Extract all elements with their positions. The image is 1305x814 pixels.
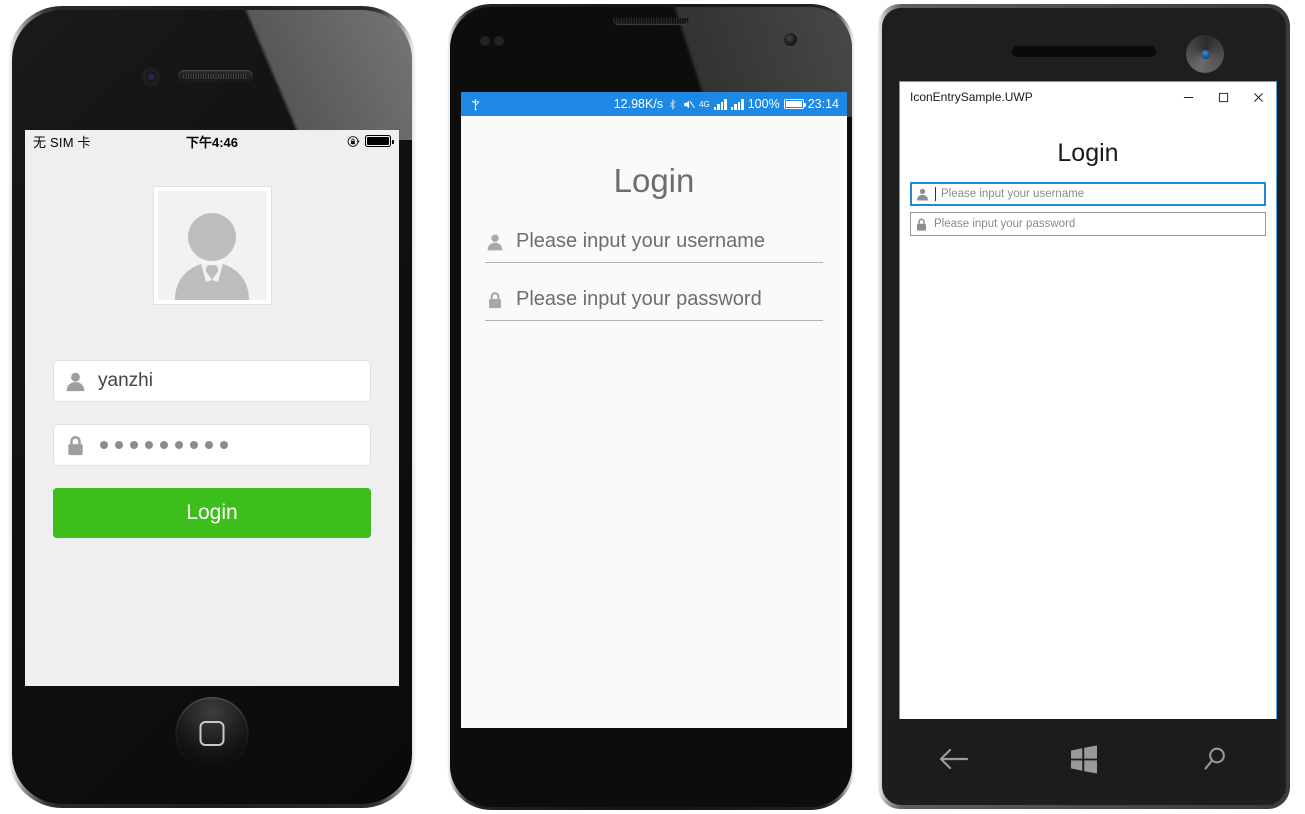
nav-search-button[interactable] <box>1180 734 1250 784</box>
user-avatar-icon <box>175 213 249 300</box>
uwp-page-title: Login <box>1057 139 1119 167</box>
ios-login-form: yanzhi Login <box>25 187 399 538</box>
front-camera-icon <box>145 71 157 83</box>
lock-icon <box>489 291 501 308</box>
status-right-group <box>347 135 394 148</box>
uwp-title-bar: IconEntrySample.UWP <box>900 82 1276 112</box>
uwp-username-field[interactable]: Please input your username <box>910 182 1266 206</box>
proximity-sensors <box>480 36 510 46</box>
ios-status-bar: 无 SIM 卡 下午4:46 <box>25 130 399 152</box>
battery-icon <box>783 99 806 109</box>
ios-username-value: yanzhi <box>98 370 153 391</box>
nav-back-button[interactable] <box>918 734 988 784</box>
maximize-button[interactable] <box>1206 82 1241 112</box>
uwp-login-form: Login Please input your username Please … <box>900 112 1276 727</box>
windows-phone-nav-bar <box>888 719 1280 799</box>
mute-icon <box>684 100 695 108</box>
front-camera-icon <box>1186 35 1224 73</box>
windows-phone-device: IconEntrySample.UWP Login Please input y… <box>878 4 1290 809</box>
uwp-password-placeholder: Please input your password <box>934 218 1076 230</box>
home-button[interactable] <box>175 697 249 770</box>
close-icon <box>1254 92 1263 102</box>
home-square-icon <box>199 721 225 746</box>
android-screen: 12.98K/s 4G 100% 23:14 Login Please inpu… <box>461 92 847 728</box>
front-camera-icon <box>784 33 797 46</box>
android-login-form: Login Please input your username Please … <box>461 162 847 321</box>
clock-label: 23:14 <box>807 97 839 111</box>
ios-username-field[interactable]: yanzhi <box>53 360 371 402</box>
android-status-right: 12.98K/s 4G 100% 23:14 <box>614 97 839 111</box>
minimize-icon <box>1183 96 1194 98</box>
earpiece-speaker <box>613 18 689 25</box>
usb-icon <box>472 98 479 110</box>
battery-percent-label: 100% <box>747 97 780 111</box>
clock-label: 下午4:46 <box>185 134 239 150</box>
back-arrow-icon <box>940 748 969 770</box>
earpiece-speaker <box>1012 46 1156 57</box>
maximize-icon <box>1218 92 1229 102</box>
ios-password-field[interactable] <box>53 424 371 466</box>
android-status-bar: 12.98K/s 4G 100% 23:14 <box>461 92 847 116</box>
android-password-placeholder: Please input your password <box>516 288 762 310</box>
person-icon <box>66 372 85 391</box>
window-controls <box>1171 82 1276 112</box>
network-type-label: 4G <box>699 99 710 109</box>
person-icon <box>487 234 503 250</box>
lock-icon <box>917 218 926 231</box>
ios-password-dots <box>98 441 228 449</box>
windows-logo-icon <box>1070 744 1097 774</box>
text-caret <box>935 187 936 201</box>
person-icon <box>917 188 928 200</box>
network-speed-label: 12.98K/s <box>613 97 664 111</box>
avatar-container <box>53 187 371 304</box>
windows-phone-body: IconEntrySample.UWP Login Please input y… <box>882 8 1286 805</box>
minimize-button[interactable] <box>1171 82 1206 112</box>
android-device: 12.98K/s 4G 100% 23:14 Login Please inpu… <box>447 4 855 810</box>
search-icon <box>1204 747 1225 770</box>
iphone-device: 无 SIM 卡 下午4:46 yanzhi Login <box>8 6 416 808</box>
rotation-lock-icon <box>347 135 360 147</box>
close-button[interactable] <box>1241 82 1276 112</box>
lock-icon <box>68 435 83 455</box>
android-username-field[interactable]: Please input your username <box>485 230 823 263</box>
uwp-window-title: IconEntrySample.UWP <box>910 90 1033 104</box>
battery-icon <box>365 135 394 147</box>
uwp-app-window: IconEntrySample.UWP Login Please input y… <box>899 81 1277 728</box>
signal-bars-2-icon <box>730 98 744 110</box>
ios-login-button[interactable]: Login <box>53 488 371 538</box>
iphone-body: 无 SIM 卡 下午4:46 yanzhi Login <box>12 10 412 804</box>
android-username-placeholder: Please input your username <box>516 230 766 252</box>
ios-screen: 无 SIM 卡 下午4:46 yanzhi Login <box>25 130 399 686</box>
uwp-password-field[interactable]: Please input your password <box>910 212 1266 236</box>
nav-start-button[interactable] <box>1049 734 1119 784</box>
android-password-field[interactable]: Please input your password <box>485 288 823 321</box>
android-body: 12.98K/s 4G 100% 23:14 Login Please inpu… <box>450 7 852 807</box>
signal-bars-1-icon <box>713 98 727 110</box>
earpiece-speaker <box>178 70 253 83</box>
bluetooth-icon <box>669 98 676 110</box>
avatar <box>153 187 271 304</box>
android-page-title: Login <box>613 162 695 199</box>
uwp-username-placeholder: Please input your username <box>941 188 1085 200</box>
